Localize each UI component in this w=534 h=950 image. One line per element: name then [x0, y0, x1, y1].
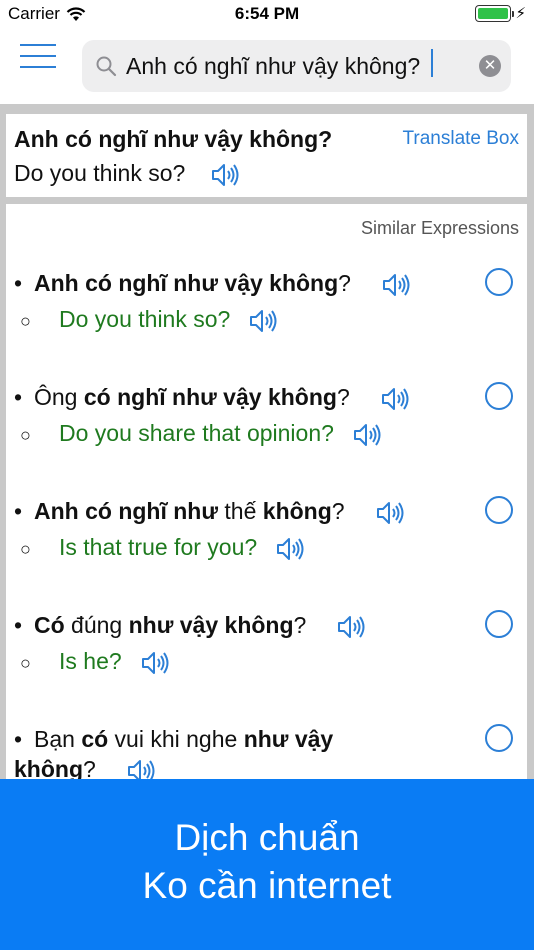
vietnamese-phrase: • Có đúng như vậy không? — [14, 610, 414, 640]
english-translation: ○ Do you share that opinion? — [20, 418, 384, 450]
translated-phrase: Do you think so? — [14, 160, 186, 186]
hamburger-line — [20, 66, 56, 68]
vietnamese-phrase: • Ông có nghĩ như vậy không? — [14, 382, 414, 412]
source-phrase: Anh có nghĩ như vậy không? — [14, 126, 333, 152]
hamburger-line — [20, 44, 56, 46]
english-text: Is that true for you? — [59, 534, 258, 560]
english-text: Do you think so? — [59, 306, 231, 332]
unmatched-text: ? — [336, 384, 350, 410]
speaker-icon[interactable] — [140, 650, 172, 676]
status-bar: Carrier 6:54 PM ⚡ — [0, 0, 534, 26]
battery-level — [478, 7, 509, 19]
vietnamese-phrase: • Anh có nghĩ như vậy không? — [14, 268, 414, 298]
translation-card: Anh có nghĩ như vậy không? Translate Box… — [6, 114, 527, 197]
unmatched-text: thế — [218, 498, 263, 524]
sub-bullet: ○ — [20, 653, 31, 673]
speaker-icon[interactable] — [352, 422, 384, 448]
sub-bullet: ○ — [20, 311, 31, 331]
translated-phrase-row: Do you think so? — [14, 160, 242, 188]
unmatched-text: ? — [338, 270, 351, 296]
english-translation: ○ Is he? — [20, 646, 172, 678]
speaker-icon[interactable] — [375, 500, 407, 526]
matched-text: Anh có nghĩ như — [34, 498, 219, 524]
sub-bullet: ○ — [20, 539, 31, 559]
speaker-icon[interactable] — [248, 308, 280, 334]
matched-text: có nghĩ như vậy không — [83, 384, 337, 410]
vietnamese-phrase: • Bạn có vui khi nghe như vậy không? — [14, 724, 394, 784]
clear-search-button[interactable]: ✕ — [479, 55, 501, 77]
bullet: • — [14, 726, 23, 752]
speaker-icon[interactable] — [275, 536, 307, 562]
bullet: • — [14, 498, 23, 524]
unmatched-text: Bạn — [34, 726, 82, 752]
hamburger-line — [20, 55, 56, 57]
english-translation: ○ Do you think so? — [20, 304, 280, 336]
banner-line-1: Dịch chuẩn — [174, 817, 360, 858]
charging-bolt-icon: ⚡ — [515, 5, 526, 22]
header: ✕ — [0, 26, 534, 104]
similar-expressions-title: Similar Expressions — [360, 218, 519, 238]
matched-text: như vậy không — [128, 612, 294, 638]
clock: 6:54 PM — [234, 4, 300, 23]
promo-banner: Dịch chuẩn Ko cần internet — [0, 779, 534, 950]
text-cursor — [431, 49, 433, 77]
matched-text: Anh có nghĩ như vậy không — [34, 270, 339, 296]
english-translation: ○ Is that true for you? — [20, 532, 307, 564]
speaker-icon[interactable] — [210, 162, 242, 188]
speaker-icon[interactable] — [381, 272, 413, 298]
bullet: • — [14, 270, 23, 296]
vietnamese-phrase: • Anh có nghĩ như thế không? — [14, 496, 414, 526]
bullet: • — [14, 384, 23, 410]
translate-box-link[interactable]: Translate Box — [402, 128, 519, 150]
speaker-icon[interactable] — [380, 386, 412, 412]
matched-text: Có — [34, 612, 65, 638]
matched-text: có — [81, 726, 109, 752]
battery-area: ⚡ — [475, 4, 526, 22]
search-bar: ✕ — [82, 40, 511, 92]
bullet: • — [14, 612, 23, 638]
unmatched-text: đúng — [64, 612, 129, 638]
matched-text: không — [262, 498, 332, 524]
unmatched-text: vui khi nghe — [108, 726, 244, 752]
english-text: Is he? — [59, 648, 122, 674]
unmatched-text: ? — [293, 612, 307, 638]
select-radio-button[interactable] — [485, 496, 513, 524]
sub-bullet: ○ — [20, 425, 31, 445]
battery-icon — [475, 4, 515, 22]
banner-line-2: Ko cần internet — [142, 865, 392, 906]
select-radio-button[interactable] — [485, 610, 513, 638]
select-radio-button[interactable] — [485, 724, 513, 752]
menu-button[interactable] — [20, 44, 56, 70]
english-text: Do you share that opinion? — [59, 420, 334, 446]
search-input[interactable] — [126, 48, 476, 84]
select-radio-button[interactable] — [485, 268, 513, 296]
speaker-icon[interactable] — [336, 614, 368, 640]
select-radio-button[interactable] — [485, 382, 513, 410]
unmatched-text: ? — [331, 498, 345, 524]
similar-expressions-card: Similar Expressions • Anh có nghĩ như vậy… — [6, 204, 527, 804]
unmatched-text: Ông — [34, 384, 84, 410]
search-icon — [96, 56, 117, 77]
